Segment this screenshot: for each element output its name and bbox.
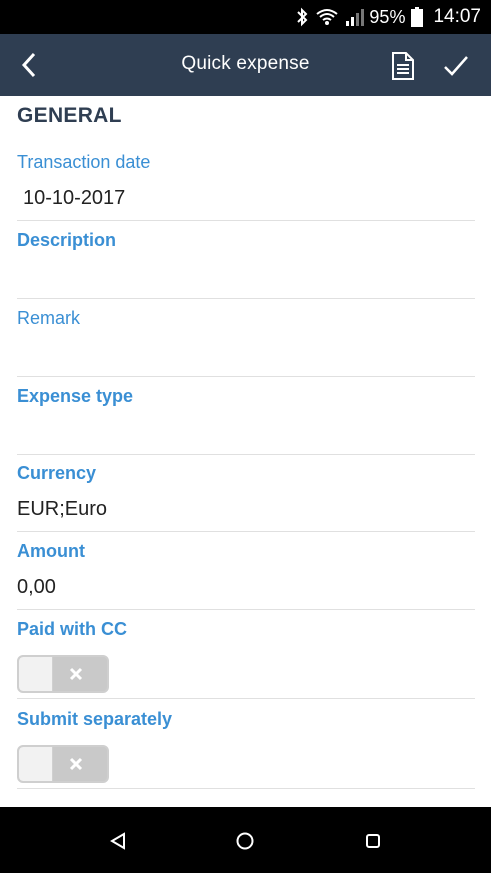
- app-bar: Quick expense: [0, 34, 491, 96]
- transaction-date-value[interactable]: 10-10-2017: [23, 187, 125, 210]
- field-label: Paid with CC: [17, 619, 128, 639]
- clock: 14:07: [433, 6, 481, 27]
- paid-with-cc-toggle[interactable]: [17, 655, 109, 693]
- nav-recents-icon[interactable]: [360, 828, 386, 854]
- close-icon: [66, 754, 86, 774]
- field-label: Expense type: [17, 386, 134, 406]
- amount-field[interactable]: Amount 0,00: [17, 541, 475, 610]
- close-icon: [66, 664, 86, 684]
- system-nav-bar: [0, 807, 491, 873]
- paid-with-cc-field: Paid with CC: [17, 619, 475, 699]
- amount-value[interactable]: 0,00: [17, 576, 56, 599]
- field-label: Amount: [17, 541, 85, 561]
- document-icon[interactable]: [388, 51, 418, 81]
- expense-type-field[interactable]: Expense type: [17, 386, 475, 455]
- signal-icon: [345, 8, 365, 26]
- description-field[interactable]: Description: [17, 230, 475, 299]
- field-label: Transaction date: [17, 152, 151, 172]
- section-heading: GENERAL: [17, 104, 122, 127]
- remark-field[interactable]: Remark: [17, 308, 475, 377]
- field-label: Remark: [17, 308, 81, 328]
- nav-home-icon[interactable]: [232, 828, 258, 854]
- status-bar: 95% 14:07: [0, 0, 491, 34]
- currency-value[interactable]: EUR;Euro: [17, 498, 107, 521]
- field-label: Submit separately: [17, 709, 173, 729]
- expense-form: GENERAL Transaction date 10-10-2017 Desc…: [0, 96, 491, 807]
- field-label: Description: [17, 230, 117, 250]
- submit-separately-toggle[interactable]: [17, 745, 109, 783]
- toggle-knob: [19, 657, 53, 691]
- bluetooth-icon: [295, 7, 309, 27]
- nav-back-icon[interactable]: [105, 828, 131, 854]
- transaction-date-field[interactable]: Transaction date 10-10-2017: [17, 152, 475, 221]
- wifi-icon: [315, 7, 339, 27]
- battery-icon: [411, 7, 424, 27]
- checkmark-icon[interactable]: [440, 51, 472, 81]
- field-label: Currency: [17, 463, 97, 483]
- submit-separately-field: Submit separately: [17, 709, 475, 789]
- toggle-knob: [19, 747, 53, 781]
- battery-percent: 95%: [369, 6, 406, 27]
- currency-field[interactable]: Currency EUR;Euro: [17, 463, 475, 532]
